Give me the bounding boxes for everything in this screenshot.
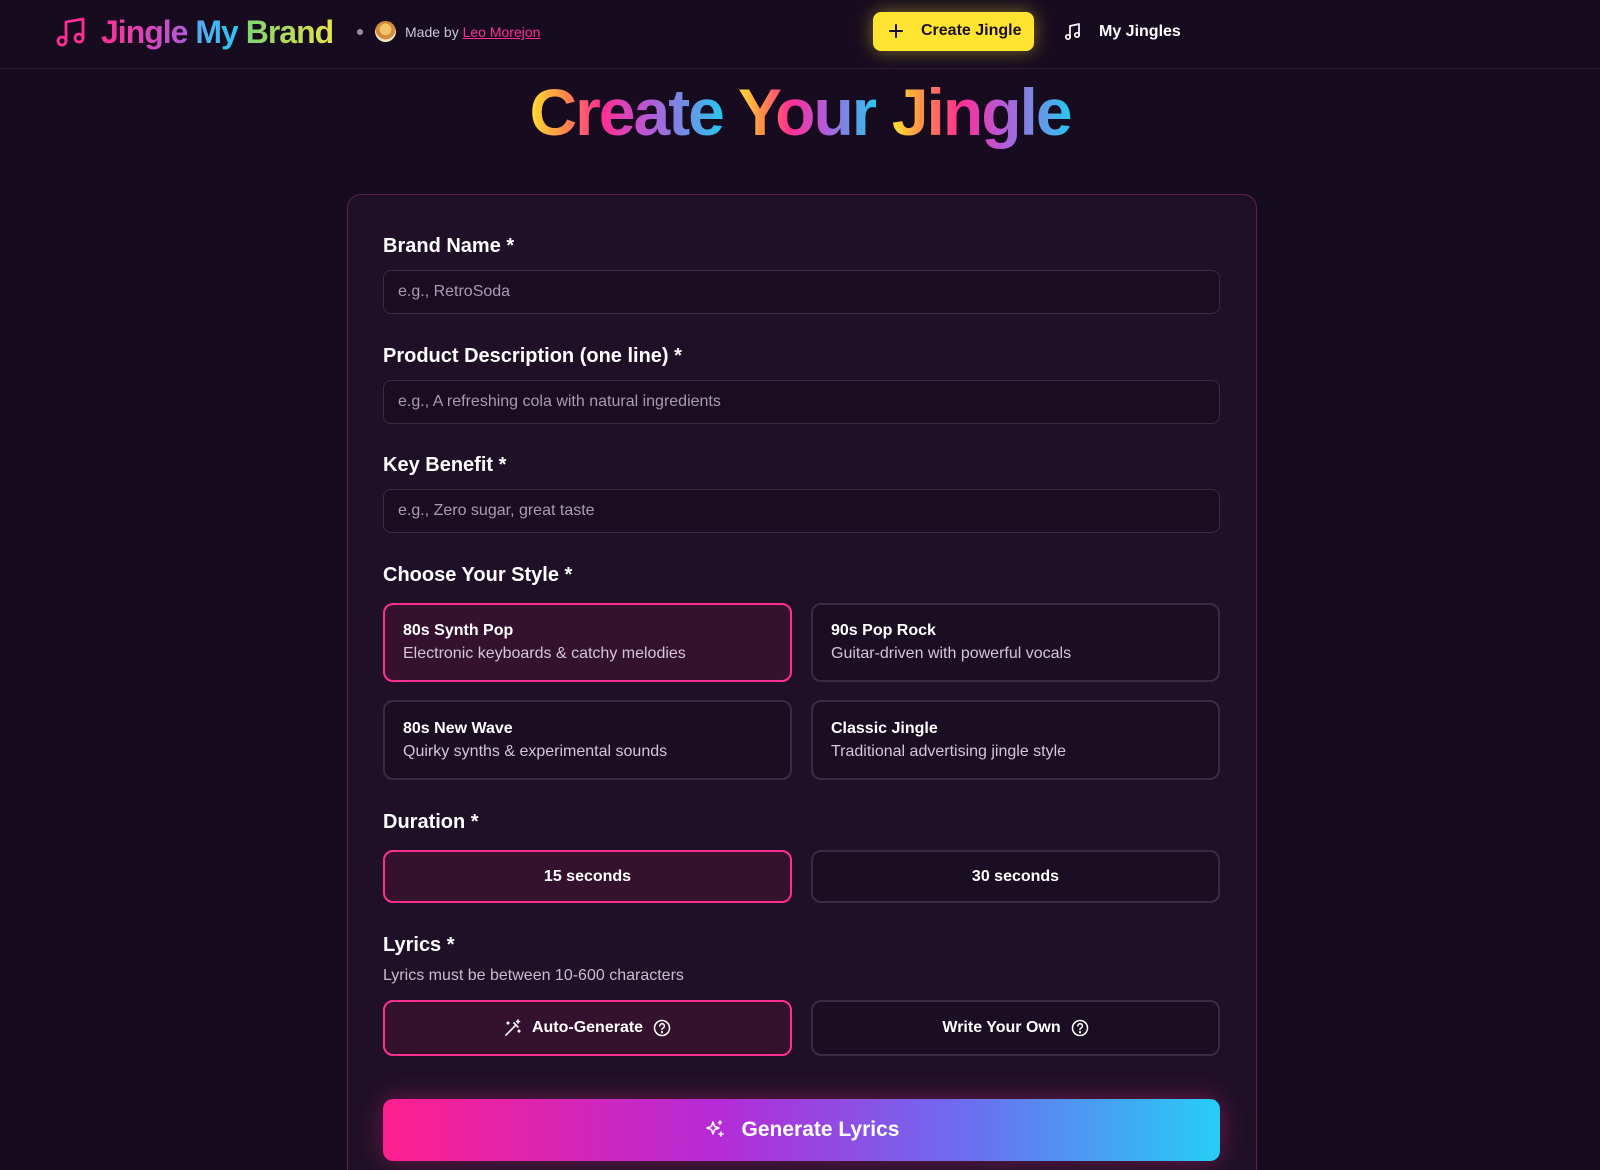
style-option-title: 80s New Wave bbox=[403, 720, 513, 737]
plus-icon bbox=[889, 24, 903, 38]
music-note-icon bbox=[1064, 23, 1081, 41]
lyrics-label: Lyrics * bbox=[383, 934, 455, 956]
my-jingles-link[interactable]: My Jingles bbox=[1063, 20, 1181, 44]
separator-dot bbox=[357, 29, 363, 35]
style-label: Choose Your Style * bbox=[383, 564, 573, 586]
lyrics-option-label: Auto-Generate bbox=[531, 1019, 644, 1036]
style-option-80s-new-wave[interactable]: 80s New Wave Quirky synths & experimenta… bbox=[383, 700, 792, 780]
product-description-input[interactable] bbox=[383, 380, 1220, 424]
style-option-description: Quirky synths & experimental sounds bbox=[403, 743, 668, 760]
duration-label: Duration * bbox=[383, 811, 479, 833]
made-by-credit: Made by Leo Morejon bbox=[405, 24, 540, 40]
style-option-90s-pop-rock[interactable]: 90s Pop Rock Guitar-driven with powerful… bbox=[811, 603, 1220, 682]
title-word-your: Your bbox=[738, 75, 877, 149]
product-description-label: Product Description (one line) * bbox=[383, 345, 682, 367]
author-avatar bbox=[375, 21, 396, 42]
page-title: Create Your Jingle bbox=[0, 72, 1600, 152]
top-navigation-bar: Jingle My Brand Made by Leo Morejon Crea… bbox=[0, 0, 1600, 69]
title-word-jingle: Jingle bbox=[891, 75, 1073, 149]
lyrics-length-hint: Lyrics must be between 10-600 characters bbox=[383, 967, 684, 984]
lyrics-option-auto-generate[interactable]: Auto-Generate bbox=[383, 1000, 792, 1056]
duration-option-label: 15 seconds bbox=[543, 868, 632, 885]
style-option-description: Traditional advertising jingle style bbox=[831, 743, 1067, 760]
style-option-description: Guitar-driven with powerful vocals bbox=[831, 645, 1072, 662]
my-jingles-label: My Jingles bbox=[1099, 23, 1181, 40]
style-option-title: Classic Jingle bbox=[831, 720, 938, 737]
lyrics-option-label: Write Your Own bbox=[942, 1019, 1061, 1036]
brand-word-jingle: Jingle bbox=[101, 14, 188, 50]
duration-option-label: 30 seconds bbox=[971, 868, 1060, 885]
music-note-icon bbox=[56, 17, 85, 47]
title-word-create: Create bbox=[529, 75, 724, 149]
generate-lyrics-label: Generate Lyrics bbox=[741, 1118, 900, 1141]
key-benefit-label: Key Benefit * bbox=[383, 454, 507, 476]
duration-option-30-seconds[interactable]: 30 seconds bbox=[811, 850, 1220, 903]
magic-wand-icon bbox=[505, 1019, 521, 1036]
create-jingle-label: Create Jingle bbox=[921, 22, 1022, 39]
brand-word-brand: Brand bbox=[245, 14, 334, 50]
style-option-80s-synth-pop[interactable]: 80s Synth Pop Electronic keyboards & cat… bbox=[383, 603, 792, 682]
key-benefit-input[interactable] bbox=[383, 489, 1220, 533]
brand-word-my: My bbox=[195, 14, 238, 50]
duration-option-15-seconds[interactable]: 15 seconds bbox=[383, 850, 792, 903]
brand-name-label: Brand Name * bbox=[383, 235, 515, 257]
help-circle-icon[interactable] bbox=[653, 1019, 671, 1037]
style-option-description: Electronic keyboards & catchy melodies bbox=[403, 645, 686, 662]
style-option-title: 80s Synth Pop bbox=[403, 622, 514, 639]
style-option-classic-jingle[interactable]: Classic Jingle Traditional advertising j… bbox=[811, 700, 1220, 780]
made-by-prefix: Made by bbox=[405, 24, 459, 40]
create-jingle-button[interactable]: Create Jingle bbox=[873, 12, 1034, 51]
style-option-title: 90s Pop Rock bbox=[831, 622, 936, 639]
sparkles-icon bbox=[705, 1120, 724, 1137]
help-circle-icon[interactable] bbox=[1071, 1019, 1089, 1037]
author-link[interactable]: Leo Morejon bbox=[463, 24, 541, 40]
brand-logo-text[interactable]: Jingle My Brand bbox=[101, 13, 334, 51]
generate-lyrics-button[interactable]: Generate Lyrics bbox=[383, 1099, 1220, 1161]
brand-name-input[interactable] bbox=[383, 270, 1220, 314]
lyrics-option-write-your-own[interactable]: Write Your Own bbox=[811, 1000, 1220, 1056]
